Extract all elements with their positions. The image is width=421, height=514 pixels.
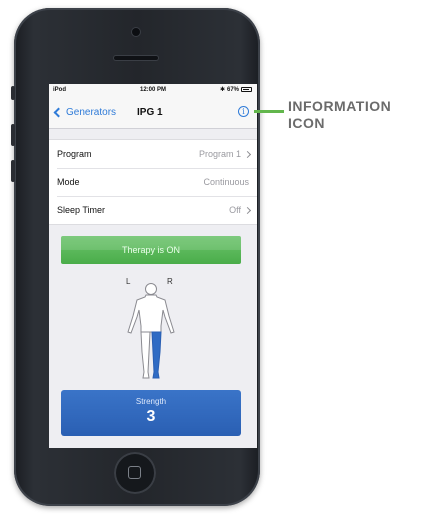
mode-value: Continuous: [203, 177, 249, 187]
settings-row-mode: Mode Continuous: [49, 168, 257, 196]
strength-label: Strength: [135, 397, 167, 406]
program-value-group: Program 1: [198, 149, 252, 159]
settings-list: Program Program 1 Mode Continuous Sleep …: [49, 139, 257, 225]
body-outline: [127, 283, 175, 379]
silent-switch: [11, 86, 15, 100]
callout-line: [254, 110, 284, 113]
back-button[interactable]: Generators: [53, 107, 117, 118]
status-right: ✱ 67%: [220, 86, 252, 93]
volume-down-button: [11, 160, 15, 182]
back-button-label: Generators: [66, 107, 117, 118]
page-title: IPG 1: [137, 107, 163, 118]
sleep-timer-value: Off: [229, 205, 241, 215]
sleep-timer-value-group: Off: [229, 205, 252, 215]
program-label: Program: [57, 149, 92, 159]
earpiece-speaker: [114, 56, 158, 60]
volume-up-button: [11, 124, 15, 146]
app-screen: iPod 12:00 PM ✱ 67% Generators IPG 1 i P…: [49, 84, 257, 448]
chevron-right-icon: [243, 150, 252, 158]
home-square-icon: [128, 466, 141, 479]
phone-device: iPod 12:00 PM ✱ 67% Generators IPG 1 i P…: [11, 8, 260, 506]
status-bar: iPod 12:00 PM ✱ 67%: [49, 84, 257, 98]
chevron-left-icon: [53, 107, 64, 118]
therapy-status-label: Therapy is ON: [121, 245, 181, 255]
battery-percent: 67%: [226, 86, 239, 93]
stimulated-leg: [151, 331, 162, 379]
program-value: Program 1: [198, 149, 241, 159]
battery-icon: [241, 87, 252, 92]
navigation-bar: Generators IPG 1 i: [49, 98, 257, 129]
strength-control[interactable]: Strength 3: [61, 390, 241, 436]
callout-label: INFORMATION ICON: [288, 98, 392, 131]
therapy-status-button[interactable]: Therapy is ON: [61, 236, 241, 264]
settings-row-program[interactable]: Program Program 1: [49, 140, 257, 168]
body-figure-icon: [127, 283, 175, 379]
home-button[interactable]: [114, 452, 156, 494]
sleep-timer-label: Sleep Timer: [57, 205, 106, 215]
info-icon[interactable]: i: [238, 106, 249, 117]
chevron-right-icon: [243, 206, 252, 214]
settings-row-sleep-timer[interactable]: Sleep Timer Off: [49, 196, 257, 224]
bluetooth-icon: ✱: [219, 87, 225, 93]
front-camera: [132, 28, 140, 36]
mode-value-group: Continuous: [203, 177, 250, 187]
strength-value: 3: [146, 408, 156, 425]
mode-label: Mode: [57, 177, 80, 187]
